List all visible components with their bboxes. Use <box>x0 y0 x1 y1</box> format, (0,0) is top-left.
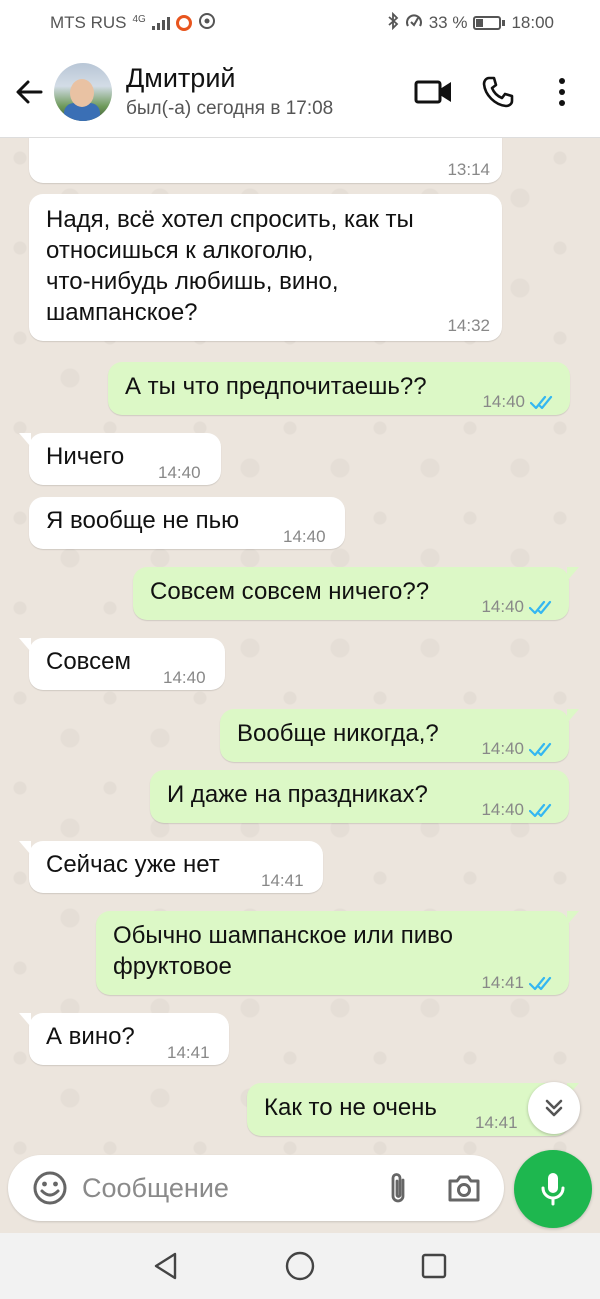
read-ticks-icon <box>529 600 552 614</box>
video-call-icon <box>414 80 451 103</box>
clock: 18:00 <box>511 13 554 32</box>
message-text: Сейчас уже нет <box>46 851 220 878</box>
voice-message-button[interactable] <box>514 1150 592 1228</box>
video-call-button[interactable] <box>406 62 462 122</box>
message-time: 14:41 <box>261 871 304 890</box>
message-text: Вообще никогда,? <box>237 720 439 747</box>
read-ticks-icon <box>529 803 552 817</box>
message-outgoing[interactable]: Как то не очень 14:41 <box>247 1083 579 1136</box>
back-arrow-icon <box>16 80 43 103</box>
microphone-icon <box>541 1173 565 1206</box>
read-ticks-icon <box>529 976 552 990</box>
system-navigation-bar <box>0 1233 600 1299</box>
message-time: 14:41 <box>481 973 524 992</box>
signal-icon <box>151 16 170 30</box>
carrier-name: MTS RUS <box>50 13 127 32</box>
triangle-back-icon <box>154 1252 177 1280</box>
message-text: И даже на праздниках? <box>167 781 428 808</box>
camera-icon <box>448 1175 480 1202</box>
nav-home-button[interactable] <box>280 1246 320 1286</box>
message-list[interactable]: 13:14 Надя, всё хотел спросить, как ты о… <box>0 138 600 1155</box>
message-incoming[interactable]: Сейчас уже нет 14:41 <box>19 841 323 893</box>
read-ticks-icon <box>530 395 553 409</box>
message-input[interactable] <box>82 1172 372 1204</box>
message-incoming[interactable]: 13:14 <box>29 138 502 183</box>
message-time: 14:32 <box>447 316 490 335</box>
hotspot-icon <box>198 12 218 35</box>
contact-name: Дмитрий <box>126 62 236 93</box>
emoji-button[interactable] <box>22 1160 78 1216</box>
message-time: 14:40 <box>481 597 524 616</box>
read-ticks-icon <box>529 742 552 756</box>
battery-icon <box>473 16 506 30</box>
message-text: Как то не очень <box>264 1094 437 1121</box>
message-line: Обычно шампанское или пиво <box>113 922 453 949</box>
message-time: 14:40 <box>482 392 525 411</box>
message-time: 14:40 <box>481 739 524 758</box>
message-text: А вино? <box>46 1023 135 1050</box>
chat-header: Дмитрий был(-а) сегодня в 17:08 <box>0 46 600 138</box>
message-line: Надя, всё хотел спросить, как ты <box>46 206 414 233</box>
notification-ring-icon <box>175 15 192 31</box>
status-bar: MTS RUS 4G 33 % 18:00 <box>0 0 600 46</box>
message-text: Совсем совсем ничего?? <box>150 578 430 605</box>
message-line: фруктовое <box>113 953 232 980</box>
contact-info[interactable]: Дмитрий был(-а) сегодня в 17:08 <box>126 62 406 122</box>
message-incoming[interactable]: Надя, всё хотел спросить, как ты относиш… <box>29 194 502 341</box>
back-button[interactable] <box>4 62 54 122</box>
message-time: 14:41 <box>475 1113 518 1132</box>
more-vert-icon <box>559 77 565 106</box>
message-line: относишься к алкоголю, <box>46 237 314 264</box>
scroll-to-bottom-button[interactable] <box>528 1082 580 1134</box>
message-text: Совсем <box>46 648 132 675</box>
header-actions <box>406 62 590 122</box>
message-time: 14:40 <box>163 668 206 687</box>
network-type: 4G <box>132 13 146 25</box>
vibrate-icon <box>405 12 423 35</box>
message-time: 14:41 <box>167 1043 210 1062</box>
message-outgoing[interactable]: Совсем совсем ничего?? 14:40 <box>133 567 579 620</box>
message-line: шампанское? <box>46 299 198 326</box>
message-time: 13:14 <box>447 160 490 179</box>
message-incoming[interactable]: Я вообще не пью 14:40 <box>29 497 345 549</box>
more-options-button[interactable] <box>534 62 590 122</box>
voice-call-button[interactable] <box>470 62 526 122</box>
status-left: MTS RUS 4G <box>50 12 218 35</box>
message-incoming[interactable]: Совсем 14:40 <box>19 638 225 690</box>
message-outgoing[interactable]: И даже на праздниках? 14:40 <box>150 770 569 823</box>
message-time: 14:40 <box>158 463 201 482</box>
battery-percent: 33 % <box>428 13 468 32</box>
message-time: 14:40 <box>283 527 326 546</box>
message-outgoing[interactable]: Вообще никогда,? 14:40 <box>220 709 579 762</box>
message-outgoing[interactable]: А ты что предпочитаешь?? 14:40 <box>108 362 570 415</box>
message-time: 14:40 <box>481 800 524 819</box>
message-text: Ничего <box>46 443 125 470</box>
message-outgoing[interactable]: Обычно шампанское или пиво фруктовое 14:… <box>96 911 579 995</box>
message-text: Я вообще не пью <box>46 507 240 534</box>
circle-home-icon <box>285 1251 315 1281</box>
nav-recents-button[interactable] <box>414 1246 454 1286</box>
paperclip-icon <box>391 1173 405 1203</box>
square-recents-icon <box>421 1253 447 1279</box>
message-line: что-нибудь любишь, вино, <box>46 268 339 295</box>
avatar[interactable] <box>54 62 112 121</box>
attach-button[interactable] <box>372 1160 424 1216</box>
message-text: А ты что предпочитаешь?? <box>125 373 427 400</box>
camera-button[interactable] <box>438 1160 490 1216</box>
message-incoming[interactable]: А вино? 14:41 <box>19 1013 229 1065</box>
phone-icon <box>482 76 514 107</box>
double-chevron-down-icon <box>545 1099 563 1117</box>
status-right: 33 % 18:00 <box>387 11 554 35</box>
emoji-icon <box>33 1171 67 1205</box>
nav-back-button[interactable] <box>146 1246 186 1286</box>
message-incoming[interactable]: Ничего 14:40 <box>19 433 221 485</box>
bluetooth-icon <box>387 11 399 35</box>
compose-bar <box>8 1155 504 1221</box>
last-seen-status: был(-а) сегодня в 17:08 <box>126 97 334 119</box>
